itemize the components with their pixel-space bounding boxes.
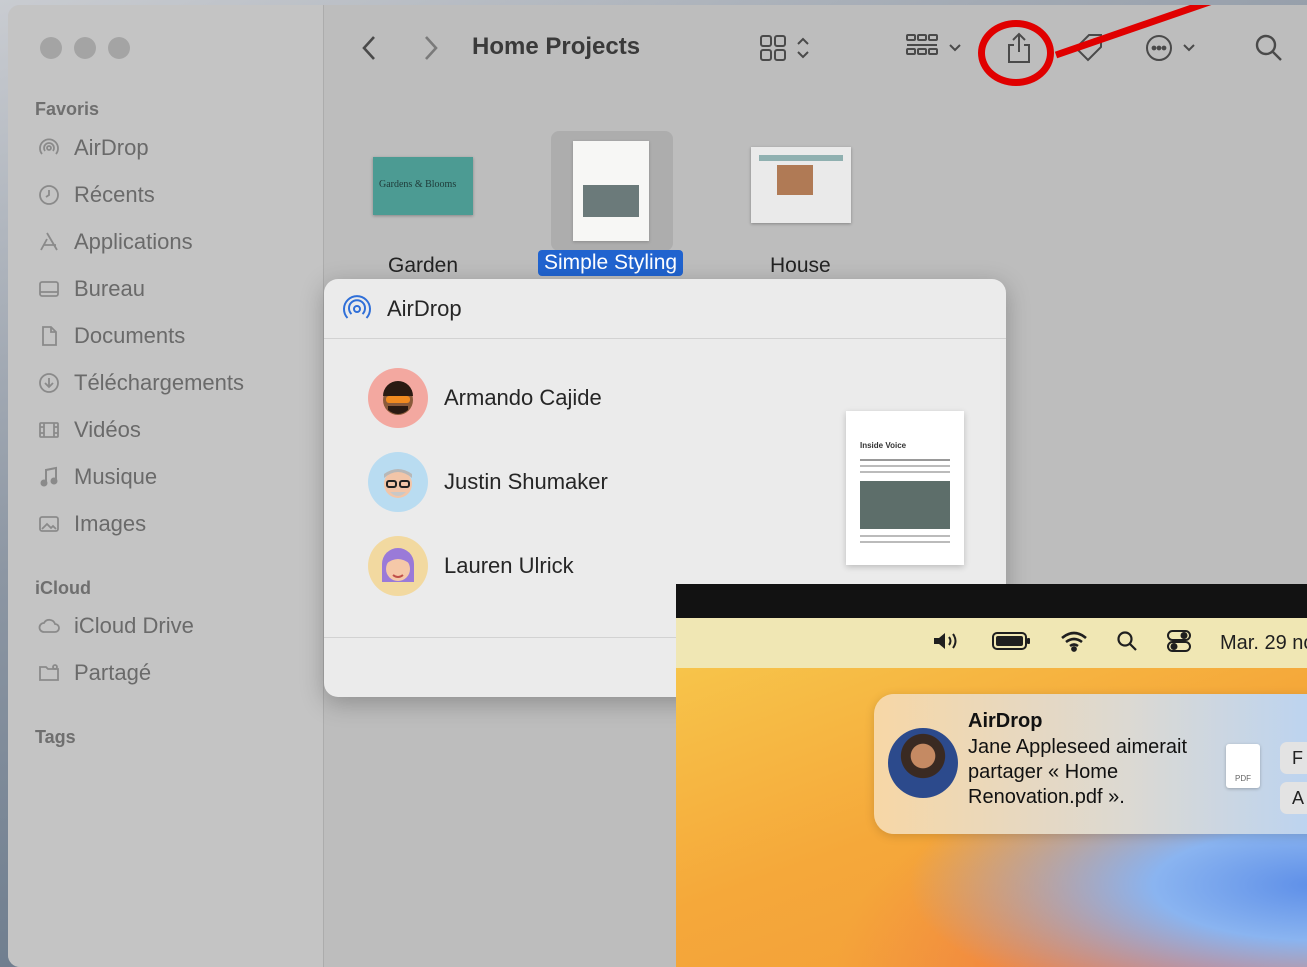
section-icloud: iCloud bbox=[35, 578, 91, 598]
view-mode-button[interactable] bbox=[758, 31, 818, 65]
document-icon bbox=[36, 323, 62, 349]
popover-header: AirDrop bbox=[324, 279, 1006, 339]
search-icon bbox=[1254, 33, 1284, 63]
thumbnail-text: Gardens & Blooms bbox=[379, 179, 457, 190]
photo-icon bbox=[36, 511, 62, 537]
sidebar-item-partage[interactable]: Partagé bbox=[36, 655, 151, 691]
battery-icon[interactable] bbox=[992, 630, 1032, 657]
notification-action-button[interactable]: F bbox=[1280, 742, 1307, 774]
window-controls bbox=[40, 37, 130, 59]
sidebar-item-videos[interactable]: Vidéos bbox=[36, 412, 141, 448]
notification-action-button[interactable]: A bbox=[1280, 782, 1307, 814]
forward-icon bbox=[420, 33, 440, 63]
airdrop-notification[interactable]: AirDrop Jane Appleseed aimerait partager… bbox=[874, 694, 1307, 834]
pdf-badge: PDF bbox=[1235, 774, 1251, 783]
sidebar-item-label: Documents bbox=[74, 323, 186, 348]
sidebar-item-icloud-drive[interactable]: iCloud Drive bbox=[36, 608, 194, 644]
avatar bbox=[368, 368, 428, 428]
recipient-name: Armando Cajide bbox=[444, 385, 602, 410]
sidebar-item-label: Applications bbox=[74, 229, 193, 254]
avatar bbox=[368, 452, 428, 512]
control-center-icon[interactable] bbox=[1166, 629, 1192, 658]
desktop-icon bbox=[36, 276, 62, 302]
airdrop-recipient[interactable]: Lauren Ulrick bbox=[368, 535, 574, 597]
preview-title: Inside Voice bbox=[860, 441, 907, 450]
notification-message: Jane Appleseed aimerait partager « Home … bbox=[968, 736, 1188, 808]
airdrop-recipient[interactable]: Justin Shumaker bbox=[368, 451, 608, 513]
grid-view-icon bbox=[758, 33, 818, 63]
share-highlight-ring bbox=[978, 20, 1054, 86]
file-name-house: House bbox=[770, 254, 831, 277]
sidebar-item-label: Récents bbox=[74, 182, 155, 207]
menu-bar: Mar. 29 nc bbox=[676, 618, 1307, 668]
wifi-icon[interactable] bbox=[1060, 630, 1088, 657]
group-icon bbox=[904, 33, 968, 63]
sidebar-item-bureau[interactable]: Bureau bbox=[36, 271, 145, 307]
applications-icon bbox=[36, 229, 62, 255]
file-item-garden[interactable]: Gardens & Blooms bbox=[373, 157, 473, 215]
sidebar-item-musique[interactable]: Musique bbox=[36, 459, 157, 495]
volume-icon[interactable] bbox=[932, 629, 964, 658]
second-screen-inset: Mar. 29 nc AirDrop Jane Appleseed aimera… bbox=[676, 584, 1307, 967]
file-item-simple-styling[interactable] bbox=[551, 131, 673, 251]
sidebar-item-label: AirDrop bbox=[74, 135, 149, 160]
shared-folder-icon bbox=[36, 660, 62, 686]
file-name-garden: Garden bbox=[388, 254, 459, 277]
section-favoris: Favoris bbox=[35, 99, 100, 119]
avatar bbox=[368, 536, 428, 596]
popover-title: AirDrop bbox=[387, 296, 462, 321]
search-button[interactable] bbox=[1254, 31, 1284, 65]
sidebar-item-label: Téléchargements bbox=[74, 370, 244, 395]
film-icon bbox=[36, 417, 62, 443]
sidebar-item-label: Partagé bbox=[74, 660, 152, 685]
back-icon bbox=[360, 33, 380, 63]
airdrop-icon bbox=[36, 135, 62, 161]
file-name-simple-styling: Simple Styling bbox=[538, 250, 684, 276]
notification-title: AirDrop bbox=[968, 710, 1043, 732]
sidebar-item-label: Musique bbox=[74, 464, 158, 489]
menu-bar-clock: Mar. 29 nc bbox=[1220, 631, 1307, 654]
forward-button[interactable] bbox=[420, 31, 440, 65]
music-icon bbox=[36, 464, 62, 490]
document-thumbnail bbox=[573, 141, 649, 241]
zoom-button[interactable] bbox=[108, 37, 130, 59]
sidebar-item-label: Vidéos bbox=[74, 417, 141, 442]
airdrop-icon bbox=[341, 293, 373, 325]
sidebar-item-label: Images bbox=[74, 511, 147, 536]
desktop-wallpaper: AirDrop Jane Appleseed aimerait partager… bbox=[676, 668, 1307, 967]
file-item-house[interactable] bbox=[751, 147, 851, 223]
screen-bezel bbox=[676, 584, 1307, 618]
recipient-name: Justin Shumaker bbox=[444, 469, 608, 494]
sender-avatar bbox=[888, 728, 958, 798]
recipient-name: Lauren Ulrick bbox=[444, 553, 574, 578]
sidebar-item-recents[interactable]: Récents bbox=[36, 177, 155, 213]
sidebar-item-applications[interactable]: Applications bbox=[36, 224, 193, 260]
pdf-file-icon: PDF bbox=[1226, 744, 1260, 788]
group-button[interactable] bbox=[904, 31, 968, 65]
sidebar-item-images[interactable]: Images bbox=[36, 506, 146, 542]
cloud-icon bbox=[36, 613, 62, 639]
spotlight-icon[interactable] bbox=[1116, 630, 1138, 657]
airdrop-recipient[interactable]: Armando Cajide bbox=[368, 367, 602, 429]
window-title: Home Projects bbox=[472, 33, 641, 60]
section-tags: Tags bbox=[35, 727, 76, 747]
sidebar-item-airdrop[interactable]: AirDrop bbox=[36, 130, 149, 166]
clock-icon bbox=[36, 182, 62, 208]
minimize-button[interactable] bbox=[74, 37, 96, 59]
back-button[interactable] bbox=[360, 31, 380, 65]
document-preview: Inside Voice bbox=[846, 411, 964, 565]
sidebar: Favoris AirDrop Récents Applications Bur… bbox=[8, 5, 324, 967]
sidebar-item-label: iCloud Drive bbox=[74, 613, 194, 638]
close-button[interactable] bbox=[40, 37, 62, 59]
download-icon bbox=[36, 370, 62, 396]
sidebar-item-documents[interactable]: Documents bbox=[36, 318, 185, 354]
sidebar-item-label: Bureau bbox=[74, 276, 145, 301]
annotation-arrow bbox=[1054, 5, 1212, 59]
sidebar-item-telechargements[interactable]: Téléchargements bbox=[36, 365, 244, 401]
